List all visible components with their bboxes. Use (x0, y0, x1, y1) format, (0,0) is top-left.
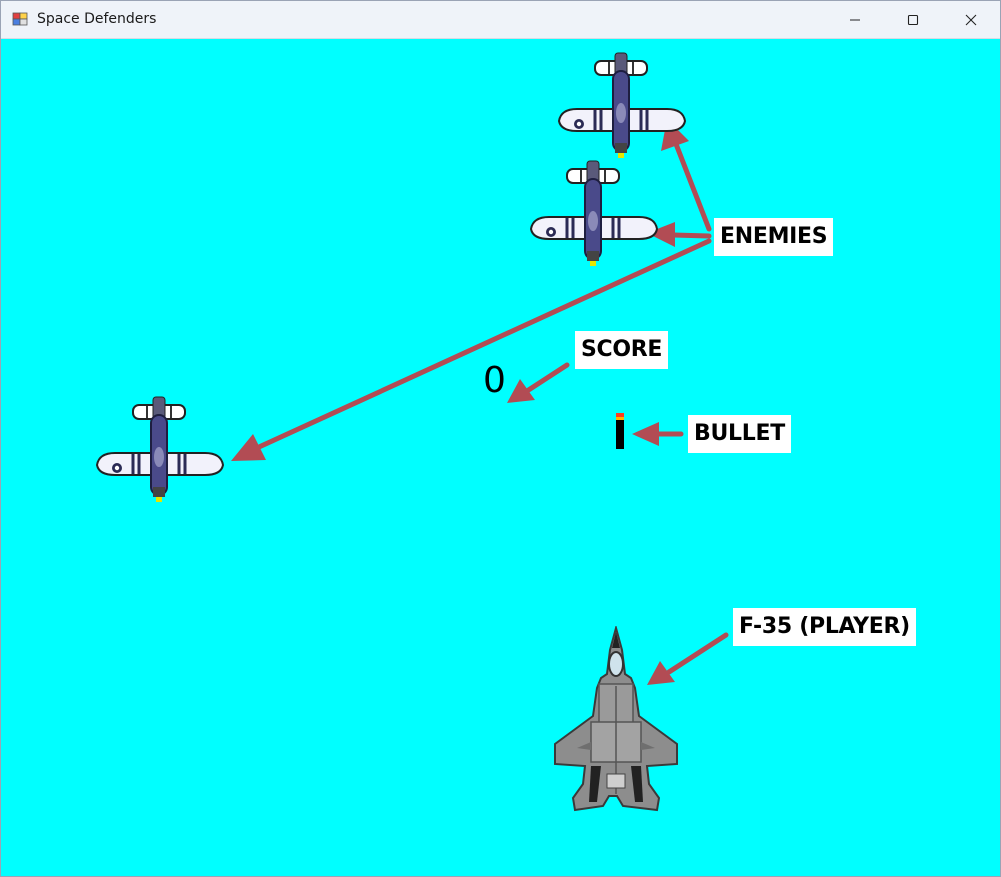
bullet-tip (616, 413, 624, 417)
p51-fighter-plane-icon (95, 396, 225, 502)
enemy-plane-top (557, 52, 687, 158)
enemy-plane-left (95, 396, 225, 502)
arrow-to-enemy-middle (670, 232, 712, 239)
arrow-to-score (524, 362, 570, 394)
close-icon (965, 14, 977, 26)
p51-fighter-plane-icon (529, 160, 659, 266)
f35-jet-icon (554, 626, 678, 812)
enemy-plane-middle (529, 160, 659, 266)
close-button[interactable] (942, 1, 1000, 38)
score-value: 0 (483, 360, 506, 401)
minimize-icon (850, 19, 860, 21)
minimize-button[interactable] (826, 1, 884, 38)
label-enemies: ENEMIES (714, 218, 834, 256)
window-title: Space Defenders (37, 11, 157, 27)
player-f35[interactable] (551, 626, 681, 816)
label-player: F-35 (PLAYER) (733, 608, 916, 646)
app-icon (12, 12, 28, 26)
title-bar[interactable]: Space Defenders (1, 1, 1000, 39)
maximize-icon (907, 14, 919, 26)
bullet (616, 413, 624, 449)
arrow-head-bullet (632, 422, 659, 446)
game-window: Space Defenders 0 ENEMIES SCORE BULLET F… (0, 0, 1001, 877)
p51-fighter-plane-icon (557, 52, 687, 158)
label-bullet: BULLET (688, 415, 791, 453)
maximize-button[interactable] (884, 1, 942, 38)
label-score: SCORE (575, 331, 669, 369)
